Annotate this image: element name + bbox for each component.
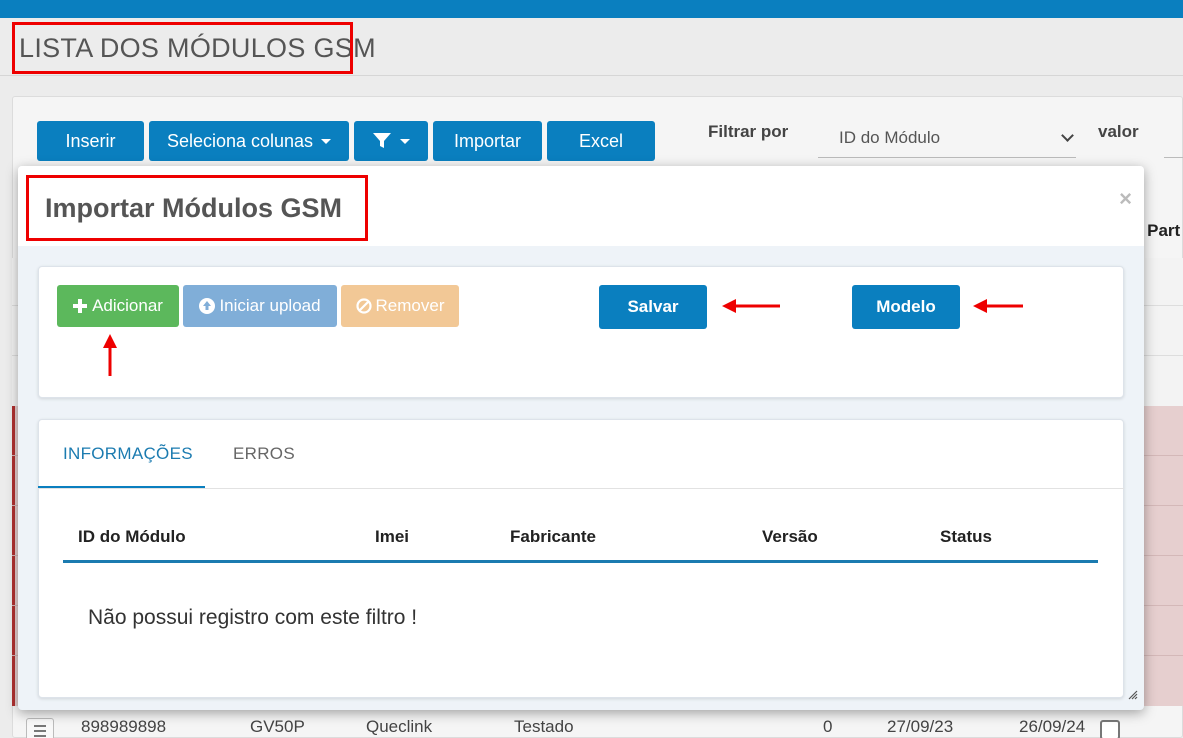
row-menu-button[interactable] (26, 718, 54, 738)
save-label: Salvar (627, 297, 679, 316)
value-label: valor (1098, 122, 1139, 141)
upload-circle-icon (199, 298, 216, 314)
cell-manufacturer: Queclink (366, 717, 433, 736)
hamburger-line (34, 730, 46, 732)
empty-state-message: Não possui registro com este filtro ! (88, 606, 418, 629)
excel-button[interactable]: Excel (547, 121, 655, 161)
save-button[interactable]: Salvar (599, 285, 707, 329)
remove-label: Remover (375, 296, 445, 315)
cell-date-2: 26/09/24 (1019, 717, 1086, 736)
cell-date-1: 27/09/23 (887, 717, 954, 736)
value-input[interactable] (1164, 118, 1183, 158)
import-modal: Importar Módulos GSM × Adicionar Iniciar… (18, 166, 1144, 710)
filter-by-select[interactable]: ID do Módulo (818, 118, 1076, 158)
table-header-divider (63, 560, 1098, 563)
resize-grip-icon[interactable] (1128, 690, 1138, 700)
insert-label: Inserir (65, 130, 116, 151)
start-upload-label: Iniciar upload (219, 296, 321, 315)
tab-erros[interactable]: ERROS (233, 444, 295, 464)
insert-button[interactable]: Inserir (37, 121, 144, 161)
select-columns-label: Seleciona colunas (166, 130, 314, 151)
template-button[interactable]: Modelo (852, 285, 960, 329)
caret-down-icon (400, 138, 410, 144)
funnel-icon (373, 133, 391, 148)
filter-by-label: Filtrar por (708, 122, 789, 141)
highlight-box-modal-title (26, 175, 368, 241)
results-card (38, 419, 1124, 698)
caret-down-icon (321, 138, 332, 144)
column-header-manufacturer: Fabricante (510, 527, 596, 546)
template-label: Modelo (876, 297, 936, 316)
select-columns-button[interactable]: Seleciona colunas (149, 121, 349, 161)
filter-by-value: ID do Módulo (839, 128, 941, 147)
plus-icon (73, 299, 88, 313)
highlight-box-page-title (12, 22, 353, 74)
top-app-bar (0, 0, 1183, 18)
cell-model: GV50P (250, 717, 305, 736)
import-button[interactable]: Importar (433, 121, 542, 161)
cell-count: 0 (823, 717, 833, 736)
active-tab-indicator (38, 486, 205, 488)
row-checkbox[interactable] (1100, 720, 1120, 738)
filter-button[interactable] (354, 121, 428, 161)
annotation-arrow-left-icon (973, 299, 1023, 313)
remove-button[interactable]: Remover (341, 285, 459, 327)
tab-divider (38, 488, 1124, 489)
chevron-down-icon (1061, 129, 1074, 142)
cell-status: Testado (514, 717, 574, 736)
close-icon[interactable]: × (1119, 186, 1132, 212)
hamburger-line (34, 735, 46, 737)
column-header-status: Status (940, 527, 992, 546)
column-header-version: Versão (762, 527, 818, 546)
start-upload-button[interactable]: Iniciar upload (183, 285, 337, 327)
column-header-module-id: ID do Módulo (78, 527, 186, 546)
column-header-imei: Imei (375, 527, 410, 546)
cell-id: 898989898 (81, 717, 167, 736)
add-button[interactable]: Adicionar (57, 285, 179, 327)
add-label: Adicionar (92, 296, 163, 315)
annotation-arrow-left-icon (722, 299, 780, 313)
tab-informacoes[interactable]: INFORMAÇÕES (63, 444, 193, 464)
excel-label: Excel (578, 130, 623, 151)
annotation-arrow-up-icon (103, 334, 117, 376)
hamburger-line (34, 725, 46, 727)
ban-icon (355, 298, 372, 314)
import-label: Importar (453, 130, 522, 151)
